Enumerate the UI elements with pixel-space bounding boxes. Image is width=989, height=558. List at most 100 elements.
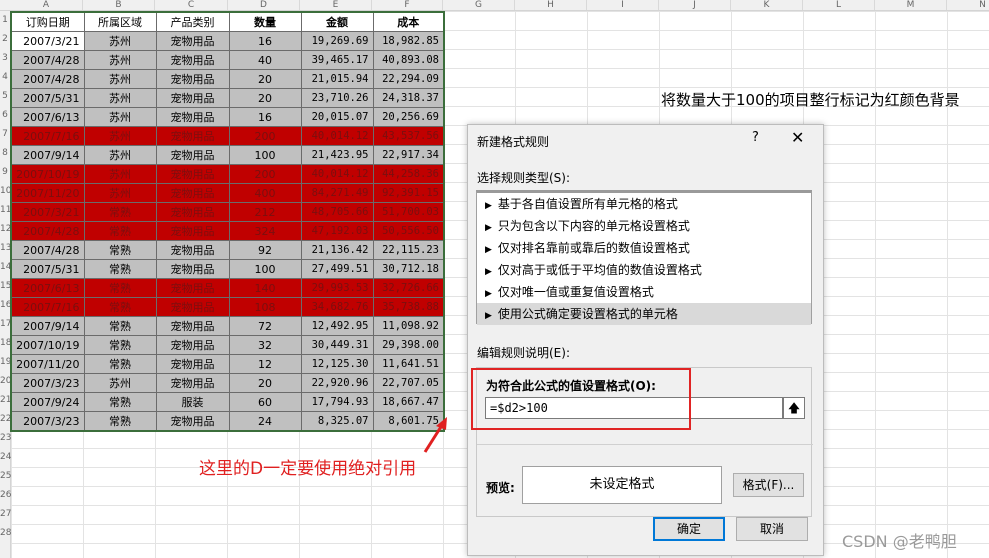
cell-qty[interactable]: 72 bbox=[228, 316, 302, 336]
cell-amount[interactable]: 12,492.95 bbox=[300, 316, 374, 336]
cell-cost[interactable]: 18,667.47 bbox=[372, 392, 445, 412]
cell-cost[interactable]: 24,318.37 bbox=[372, 88, 445, 108]
row-header[interactable]: 11 bbox=[0, 201, 11, 220]
cell-amount[interactable]: 21,423.95 bbox=[300, 145, 374, 165]
cell-qty[interactable]: 40 bbox=[228, 50, 302, 70]
cell-amount[interactable]: 21,136.42 bbox=[300, 240, 374, 260]
column-header[interactable]: M bbox=[875, 0, 947, 10]
cell-cost[interactable]: 22,917.34 bbox=[372, 145, 445, 165]
cell-category[interactable]: 宠物用品 bbox=[155, 69, 230, 89]
cell-qty[interactable]: 24 bbox=[228, 411, 302, 432]
cell-category[interactable]: 宠物用品 bbox=[155, 183, 230, 203]
cell-category[interactable]: 宠物用品 bbox=[155, 50, 230, 70]
close-icon[interactable]: ✕ bbox=[791, 128, 804, 147]
cell-qty[interactable]: 16 bbox=[228, 107, 302, 127]
cell-amount[interactable]: 30,449.31 bbox=[300, 335, 374, 355]
collapse-dialog-icon[interactable]: 🡅 bbox=[783, 397, 805, 419]
cell-date[interactable]: 2007/3/23 bbox=[10, 373, 85, 393]
row-header[interactable]: 5 bbox=[0, 87, 10, 106]
cell-region[interactable]: 苏州 bbox=[83, 50, 157, 70]
cell-amount[interactable]: 29,993.53 bbox=[300, 278, 374, 298]
column-header[interactable]: I bbox=[587, 0, 659, 10]
cell-category[interactable]: 宠物用品 bbox=[155, 354, 230, 374]
column-header[interactable]: A bbox=[10, 0, 83, 10]
cell-date[interactable]: 2007/9/14 bbox=[10, 316, 85, 336]
cell-amount[interactable]: 23,710.26 bbox=[300, 88, 374, 108]
cell-region[interactable]: 常熟 bbox=[83, 411, 157, 432]
cell-category[interactable]: 宠物用品 bbox=[155, 126, 230, 146]
row-header[interactable]: 23 bbox=[0, 429, 11, 448]
cell-amount[interactable]: 27,499.51 bbox=[300, 259, 374, 279]
cell-qty[interactable]: 20 bbox=[228, 88, 302, 108]
cell-cost[interactable]: 50,556.50 bbox=[372, 221, 445, 241]
rule-type-item[interactable]: ▶ 仅对唯一值或重复值设置格式 bbox=[477, 281, 811, 303]
cell-category[interactable]: 宠物用品 bbox=[155, 297, 230, 317]
cell-cost[interactable]: 18,982.85 bbox=[372, 31, 445, 51]
cell-amount[interactable]: 39,465.17 bbox=[300, 50, 374, 70]
column-header[interactable]: K bbox=[731, 0, 803, 10]
cell-qty[interactable]: 212 bbox=[228, 202, 302, 222]
cell-amount[interactable]: 40,014.12 bbox=[300, 164, 374, 184]
cell-region[interactable]: 苏州 bbox=[83, 373, 157, 393]
cell-qty[interactable]: 200 bbox=[228, 126, 302, 146]
column-header[interactable]: L bbox=[803, 0, 875, 10]
cell-region[interactable]: 常熟 bbox=[83, 354, 157, 374]
cell-amount[interactable]: 21,015.94 bbox=[300, 69, 374, 89]
rule-type-item[interactable]: ▶ 仅对高于或低于平均值的数值设置格式 bbox=[477, 259, 811, 281]
cell-amount[interactable]: 19,269.69 bbox=[300, 31, 374, 51]
cell-category[interactable]: 宠物用品 bbox=[155, 107, 230, 127]
cancel-button[interactable]: 取消 bbox=[736, 517, 808, 541]
cell-region[interactable]: 苏州 bbox=[83, 164, 157, 184]
header-cost[interactable]: 成本 bbox=[372, 11, 445, 32]
cell-cost[interactable]: 92,391.15 bbox=[372, 183, 445, 203]
cell-cost[interactable]: 11,098.92 bbox=[372, 316, 445, 336]
cell-category[interactable]: 宠物用品 bbox=[155, 278, 230, 298]
cell-cost[interactable]: 32,726.66 bbox=[372, 278, 445, 298]
row-header[interactable]: 6 bbox=[0, 106, 10, 125]
row-header[interactable]: 2 bbox=[0, 30, 10, 49]
cell-category[interactable]: 宠物用品 bbox=[155, 259, 230, 279]
column-header[interactable]: G bbox=[443, 0, 515, 10]
cell-cost[interactable]: 35,738.88 bbox=[372, 297, 445, 317]
cell-cost[interactable]: 40,893.08 bbox=[372, 50, 445, 70]
cell-region[interactable]: 常熟 bbox=[83, 240, 157, 260]
ok-button[interactable]: 确定 bbox=[653, 517, 725, 541]
cell-cost[interactable]: 51,700.03 bbox=[372, 202, 445, 222]
row-header[interactable]: 24 bbox=[0, 448, 11, 467]
row-header[interactable]: 3 bbox=[0, 49, 10, 68]
row-header[interactable]: 20 bbox=[0, 372, 11, 391]
cell-amount[interactable]: 22,920.96 bbox=[300, 373, 374, 393]
cell-qty[interactable]: 16 bbox=[228, 31, 302, 51]
rule-type-item[interactable]: ▶ 仅对排名靠前或靠后的数值设置格式 bbox=[477, 237, 811, 259]
row-header[interactable]: 22 bbox=[0, 410, 11, 429]
column-header[interactable]: D bbox=[228, 0, 300, 10]
help-button[interactable]: ? bbox=[752, 130, 759, 145]
cell-qty[interactable]: 60 bbox=[228, 392, 302, 412]
cell-date[interactable]: 2007/7/16 bbox=[10, 126, 85, 146]
cell-cost[interactable]: 29,398.00 bbox=[372, 335, 445, 355]
cell-qty[interactable]: 400 bbox=[228, 183, 302, 203]
cell-amount[interactable]: 84,271.49 bbox=[300, 183, 374, 203]
cell-category[interactable]: 宠物用品 bbox=[155, 145, 230, 165]
header-region[interactable]: 所属区域 bbox=[83, 11, 157, 32]
header-amount[interactable]: 金额 bbox=[300, 11, 374, 32]
row-header[interactable]: 18 bbox=[0, 334, 11, 353]
cell-category[interactable]: 宠物用品 bbox=[155, 202, 230, 222]
row-header[interactable]: 4 bbox=[0, 68, 10, 87]
column-header[interactable]: N bbox=[947, 0, 989, 10]
cell-date[interactable]: 2007/5/31 bbox=[10, 88, 85, 108]
cell-qty[interactable]: 100 bbox=[228, 145, 302, 165]
cell-region[interactable]: 苏州 bbox=[83, 31, 157, 51]
cell-region[interactable]: 常熟 bbox=[83, 259, 157, 279]
cell-date[interactable]: 2007/4/28 bbox=[10, 50, 85, 70]
cell-region[interactable]: 苏州 bbox=[83, 183, 157, 203]
cell-category[interactable]: 宠物用品 bbox=[155, 316, 230, 336]
cell-amount[interactable]: 12,125.30 bbox=[300, 354, 374, 374]
cell-date[interactable]: 2007/10/19 bbox=[10, 335, 85, 355]
header-category[interactable]: 产品类别 bbox=[155, 11, 230, 32]
cell-amount[interactable]: 17,794.93 bbox=[300, 392, 374, 412]
cell-date[interactable]: 2007/11/20 bbox=[10, 354, 85, 374]
cell-region[interactable]: 苏州 bbox=[83, 69, 157, 89]
rule-type-item[interactable]: ▶ 只为包含以下内容的单元格设置格式 bbox=[477, 215, 811, 237]
row-header[interactable]: 8 bbox=[0, 144, 10, 163]
